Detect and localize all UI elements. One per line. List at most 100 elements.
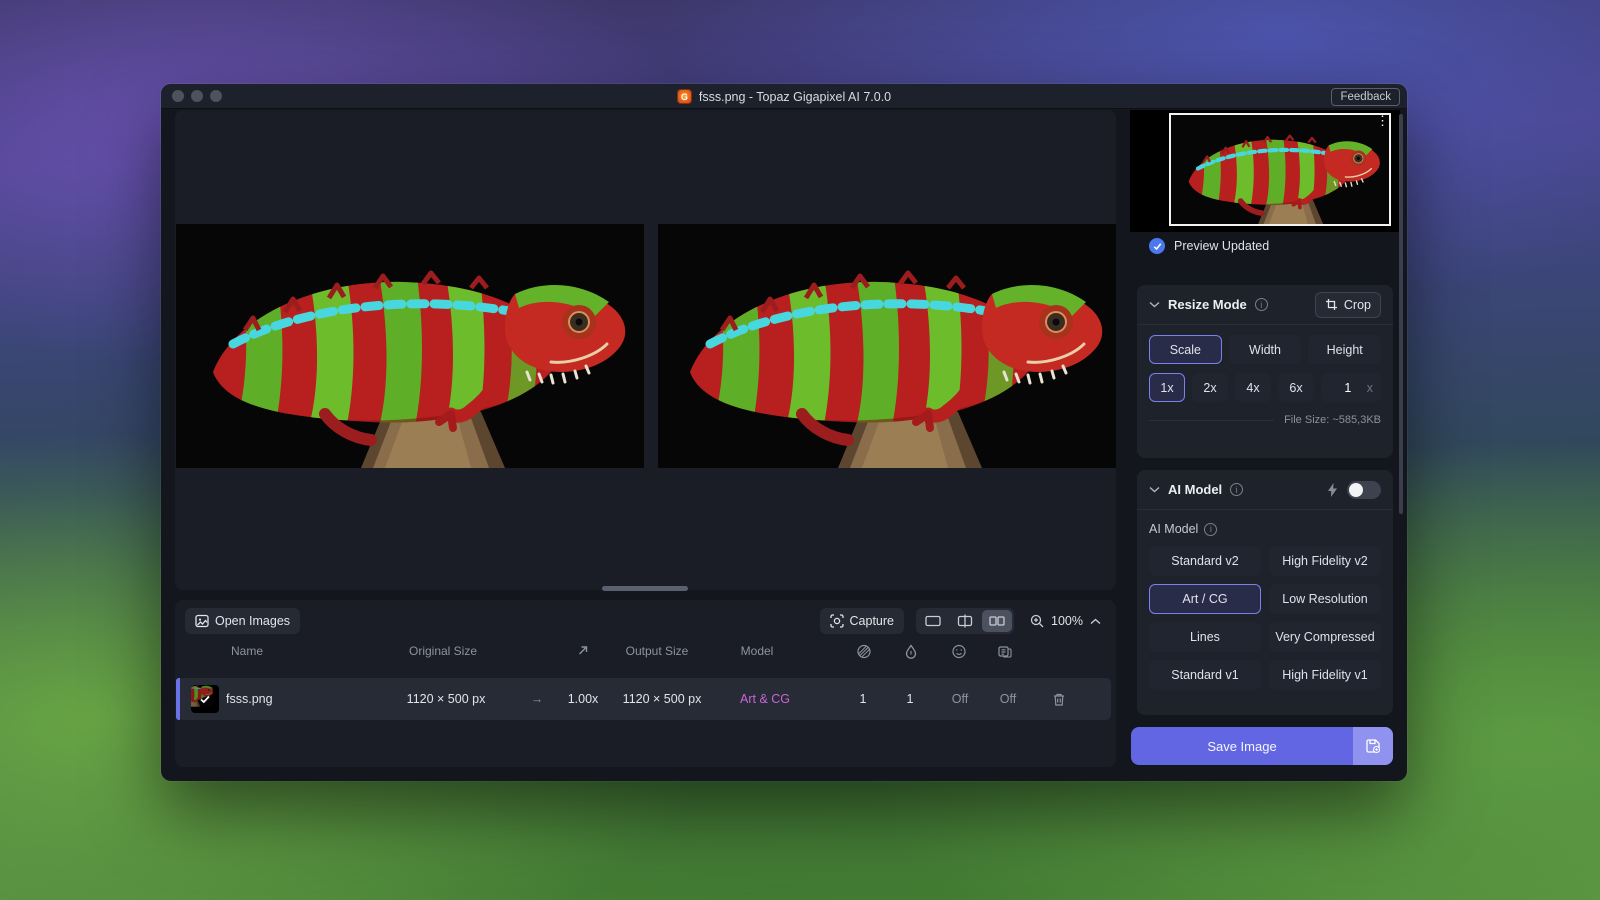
ai-model-title: AI Model bbox=[1168, 482, 1222, 497]
file-table-header: Name Original Size Output Size Model bbox=[175, 644, 1116, 660]
scale-6x-button[interactable]: 6x bbox=[1278, 373, 1314, 402]
header-output-size: Output Size bbox=[626, 644, 689, 658]
model-very-compressed[interactable]: Very Compressed bbox=[1269, 622, 1381, 652]
model-standard-v1[interactable]: Standard v1 bbox=[1149, 660, 1261, 690]
info-icon[interactable]: i bbox=[1255, 298, 1268, 311]
preview-thumbnail[interactable]: ⋮ bbox=[1169, 113, 1391, 226]
model-lines[interactable]: Lines bbox=[1149, 622, 1261, 652]
window-title: fsss.png - Topaz Gigapixel AI 7.0.0 bbox=[699, 90, 891, 104]
canvas-toolbar: Capture 100% bbox=[820, 608, 1105, 634]
original-size-value: 1120 × 500 px bbox=[407, 678, 486, 720]
save-options-button[interactable] bbox=[1353, 727, 1393, 765]
selected-check-icon[interactable] bbox=[191, 685, 219, 713]
denoise-value: 1 bbox=[860, 678, 867, 720]
model-value: Art & CG bbox=[740, 678, 790, 720]
capture-icon bbox=[830, 614, 844, 628]
crop-label: Crop bbox=[1344, 298, 1371, 312]
model-high-fidelity-v1[interactable]: High Fidelity v1 bbox=[1269, 660, 1381, 690]
capture-label: Capture bbox=[850, 614, 894, 628]
preview-updated-check-icon bbox=[1149, 238, 1165, 254]
app-window: G fsss.png - Topaz Gigapixel AI 7.0.0 Fe… bbox=[161, 84, 1407, 781]
feedback-button[interactable]: Feedback bbox=[1331, 88, 1400, 106]
model-art-cg[interactable]: Art / CG bbox=[1149, 584, 1261, 614]
crop-icon bbox=[1325, 298, 1338, 311]
model-grid: Standard v2 High Fidelity v2 Art / CG Lo… bbox=[1149, 546, 1381, 690]
zoom-level-value[interactable]: 100% bbox=[1051, 614, 1083, 628]
preview-status: Preview Updated bbox=[1149, 238, 1269, 254]
ai-model-header[interactable]: AI Model i bbox=[1137, 470, 1393, 510]
images-panel: Open Images Capture bbox=[175, 600, 1116, 767]
zoom-control[interactable]: 100% bbox=[1026, 614, 1105, 628]
side-by-side-view-button[interactable] bbox=[982, 610, 1012, 632]
preview-status-label: Preview Updated bbox=[1174, 239, 1269, 253]
panel-resize-handle[interactable] bbox=[602, 586, 688, 591]
desktop-wallpaper: G fsss.png - Topaz Gigapixel AI 7.0.0 Fe… bbox=[0, 0, 1600, 900]
model-high-fidelity-v2[interactable]: High Fidelity v2 bbox=[1269, 546, 1381, 576]
delete-file-button[interactable] bbox=[1052, 678, 1066, 720]
resize-mode-title: Resize Mode bbox=[1168, 297, 1247, 312]
arrow-right-icon: → bbox=[531, 678, 544, 720]
sidebar-scrollbar[interactable] bbox=[1399, 114, 1403, 514]
gamma-column-icon bbox=[998, 644, 1013, 659]
model-low-resolution[interactable]: Low Resolution bbox=[1269, 584, 1381, 614]
header-original-size: Original Size bbox=[409, 644, 477, 658]
deblur-column-icon bbox=[905, 644, 918, 659]
chevron-down-icon[interactable] bbox=[1149, 486, 1160, 493]
resize-mode-tabs: Scale Width Height bbox=[1149, 335, 1381, 364]
image-canvas[interactable] bbox=[175, 110, 1116, 590]
kebab-menu-icon[interactable]: ⋮ bbox=[1376, 117, 1386, 124]
save-image-label[interactable]: Save Image bbox=[1131, 727, 1353, 765]
info-icon[interactable]: i bbox=[1204, 523, 1217, 536]
deblur-value: 1 bbox=[907, 678, 914, 720]
save-plus-icon bbox=[1365, 738, 1381, 754]
tab-height[interactable]: Height bbox=[1308, 335, 1381, 364]
zoom-in-icon bbox=[1030, 614, 1044, 628]
original-image-view[interactable] bbox=[176, 224, 644, 468]
single-view-button[interactable] bbox=[918, 610, 948, 632]
gigapixel-logo-icon: G bbox=[677, 89, 692, 104]
window-title-area: G fsss.png - Topaz Gigapixel AI 7.0.0 bbox=[161, 84, 1407, 109]
scale-4x-button[interactable]: 4x bbox=[1235, 373, 1271, 402]
split-view-button[interactable] bbox=[950, 610, 980, 632]
resize-mode-header[interactable]: Resize Mode i Crop bbox=[1137, 285, 1393, 325]
image-icon bbox=[195, 614, 209, 628]
file-row-fsss[interactable]: fsss.png 1120 × 500 px → 1.00x 1120 × 50… bbox=[178, 678, 1111, 720]
toggle-knob bbox=[1349, 483, 1363, 497]
tab-scale[interactable]: Scale bbox=[1149, 335, 1222, 364]
ai-model-section: AI Model i AI Model i Standard v2 High F… bbox=[1137, 470, 1393, 715]
open-images-label: Open Images bbox=[215, 614, 290, 628]
file-name: fsss.png bbox=[226, 678, 273, 720]
preview-image-view[interactable] bbox=[658, 224, 1116, 468]
custom-scale-value[interactable]: 1 bbox=[1329, 381, 1367, 395]
denoise-column-icon bbox=[857, 644, 872, 659]
output-size-value: 1120 × 500 px bbox=[623, 678, 702, 720]
info-icon[interactable]: i bbox=[1230, 483, 1243, 496]
preview-navigator: ⋮ bbox=[1130, 110, 1400, 232]
face-recovery-value: Off bbox=[952, 678, 968, 720]
gamma-value: Off bbox=[1000, 678, 1016, 720]
chevron-down-icon[interactable] bbox=[1149, 301, 1160, 308]
model-standard-v2[interactable]: Standard v2 bbox=[1149, 546, 1261, 576]
face-recovery-column-icon bbox=[952, 644, 967, 659]
scale-column-icon bbox=[577, 644, 590, 657]
scale-1x-button[interactable]: 1x bbox=[1149, 373, 1185, 402]
tab-width[interactable]: Width bbox=[1229, 335, 1302, 364]
scale-presets: 1x 2x 4x 6x 1 x bbox=[1149, 373, 1381, 402]
resize-mode-section: Resize Mode i Crop Scale Width Height 1x… bbox=[1137, 285, 1393, 458]
single-view-icon bbox=[925, 615, 941, 627]
capture-button[interactable]: Capture bbox=[820, 608, 904, 634]
auto-model-toggle[interactable] bbox=[1347, 481, 1381, 499]
save-image-button[interactable]: Save Image bbox=[1131, 727, 1393, 765]
file-size-row: File Size: ~585,3KB bbox=[1149, 414, 1381, 426]
split-view-icon bbox=[957, 614, 973, 628]
open-images-button[interactable]: Open Images bbox=[185, 608, 300, 634]
lightning-icon bbox=[1327, 483, 1338, 497]
titlebar: G fsss.png - Topaz Gigapixel AI 7.0.0 Fe… bbox=[161, 84, 1407, 109]
custom-scale-suffix: x bbox=[1367, 381, 1373, 395]
ai-model-label: AI Model bbox=[1149, 522, 1198, 536]
chevron-up-icon[interactable] bbox=[1090, 618, 1101, 625]
crop-button[interactable]: Crop bbox=[1315, 292, 1381, 318]
side-by-side-icon bbox=[989, 615, 1005, 627]
scale-2x-button[interactable]: 2x bbox=[1192, 373, 1228, 402]
custom-scale-input[interactable]: 1 x bbox=[1321, 373, 1381, 402]
